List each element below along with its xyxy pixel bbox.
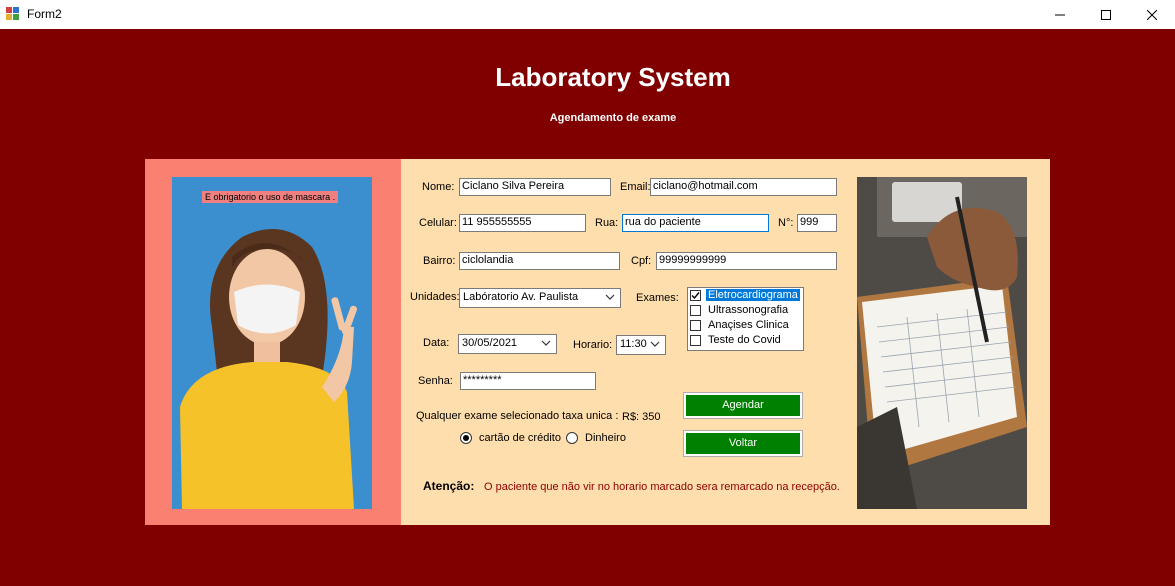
chevron-down-icon — [605, 294, 615, 300]
clipboard-illustration — [857, 177, 1027, 509]
exam-item-eletrocardiograma[interactable]: Eletrocardiograma — [688, 288, 803, 303]
radio-dinheiro[interactable] — [566, 432, 578, 444]
clipboard-writing-photo — [857, 177, 1027, 509]
exam-item-ultrassonografia[interactable]: Ultrassonografia — [688, 303, 803, 318]
taxa-label: Qualquer exame selecionado taxa unica : — [416, 410, 619, 422]
numero-label: N°: — [778, 217, 794, 229]
exam-item-analises-clinica[interactable]: Anaçises Clinica — [688, 318, 803, 333]
cpf-input[interactable]: 99999999999 — [656, 252, 837, 270]
page-title: Laboratory System — [495, 62, 731, 92]
exames-label: Exames: — [636, 292, 679, 304]
radio-dinheiro-label: Dinheiro — [585, 432, 626, 444]
horario-label: Horario: — [573, 339, 613, 351]
maximize-icon — [1101, 9, 1111, 20]
senha-input[interactable]: ********* — [460, 372, 596, 390]
email-input[interactable]: ciclano@hotmail.com — [650, 178, 837, 196]
radio-cartao-label: cartão de crédito — [479, 432, 561, 444]
woman-illustration — [172, 177, 372, 509]
unidades-select[interactable]: Labóratorio Av. Paulista — [459, 288, 621, 308]
senha-label: Senha: — [418, 375, 453, 387]
window-title: Form2 — [27, 7, 62, 21]
atencao-message: O paciente que não vir no horario marcad… — [484, 481, 840, 493]
minimize-icon — [1055, 14, 1065, 15]
date-value: 30/05/2021 — [462, 337, 518, 349]
maximize-button[interactable] — [1083, 0, 1129, 29]
check-icon — [691, 292, 700, 300]
chevron-down-icon — [650, 341, 660, 347]
close-button[interactable] — [1129, 0, 1175, 29]
bairro-input[interactable]: ciclolandia — [459, 252, 620, 270]
window-titlebar: Form2 — [0, 0, 1175, 29]
data-label: Data: — [423, 337, 450, 349]
exam-item-teste-covid[interactable]: Teste do Covid — [688, 333, 803, 348]
checkbox-checked[interactable] — [690, 290, 701, 301]
close-icon — [1147, 9, 1157, 20]
atencao-label: Atenção: — [423, 479, 475, 493]
date-picker[interactable]: 30/05/2021 — [458, 334, 557, 354]
taxa-value: R$: 350 — [622, 411, 661, 423]
celular-input[interactable]: 11 955555555 — [459, 214, 586, 232]
unidades-label: Unidades: — [410, 291, 460, 303]
woman-with-mask-photo: E obrigatorio o uso de mascara . — [172, 177, 372, 509]
voltar-button[interactable]: Voltar — [683, 430, 803, 457]
agendar-button[interactable]: Agendar — [683, 392, 803, 419]
minimize-button[interactable] — [1037, 0, 1083, 29]
exames-checklist[interactable]: Eletrocardiograma Ultrassonografia Anaçi… — [687, 287, 804, 351]
chevron-down-icon — [541, 340, 551, 346]
rua-input[interactable]: rua do paciente — [622, 214, 769, 232]
page-subtitle: Agendamento de exame — [549, 112, 677, 124]
cpf-label: Cpf: — [631, 255, 652, 267]
mask-notice: E obrigatorio o uso de mascara . — [202, 191, 339, 203]
rua-label: Rua: — [595, 217, 619, 229]
checkbox[interactable] — [690, 320, 701, 331]
checkbox[interactable] — [690, 335, 701, 346]
app-icon — [6, 7, 20, 20]
numero-input[interactable]: 999 — [797, 214, 837, 232]
unidades-value: Labóratorio Av. Paulista — [463, 291, 579, 303]
celular-label: Celular: — [419, 217, 457, 229]
nome-label: Nome: — [422, 181, 455, 193]
bairro-label: Bairro: — [423, 255, 456, 267]
checkbox[interactable] — [690, 305, 701, 316]
radio-cartao[interactable] — [460, 432, 472, 444]
nome-input[interactable]: Ciclano Silva Pereira — [459, 178, 611, 196]
horario-value: 11:30 — [620, 338, 647, 350]
email-label: Email: — [620, 181, 651, 193]
horario-select[interactable]: 11:30 — [616, 335, 666, 355]
